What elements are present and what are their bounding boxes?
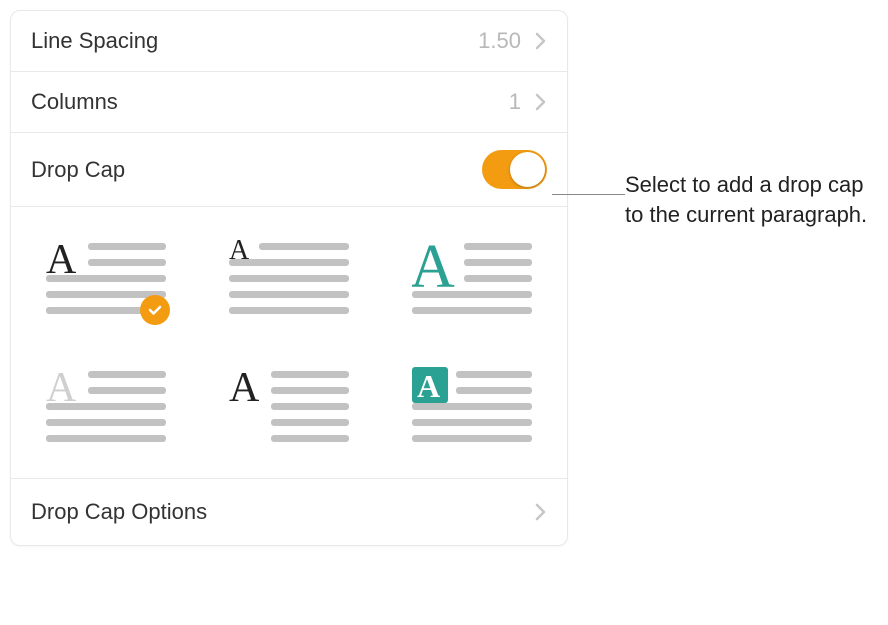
line-spacing-value: 1.50 (478, 28, 521, 54)
format-panel: Line Spacing 1.50 Columns 1 Drop Cap A (10, 10, 568, 546)
toggle-knob (510, 152, 545, 187)
drop-cap-styles-grid: A A A (11, 207, 567, 479)
drop-cap-toggle[interactable] (482, 150, 547, 189)
drop-cap-options-row[interactable]: Drop Cap Options (11, 479, 567, 545)
drop-cap-style-2[interactable]: A (229, 237, 349, 315)
drop-cap-style-1[interactable]: A (46, 237, 166, 315)
line-spacing-label: Line Spacing (31, 28, 478, 54)
chevron-right-icon (535, 32, 547, 50)
callout-text: Select to add a drop cap to the current … (625, 170, 875, 229)
drop-cap-options-label: Drop Cap Options (31, 499, 535, 525)
drop-cap-style-4[interactable]: A (46, 365, 166, 443)
columns-row[interactable]: Columns 1 (11, 72, 567, 133)
chevron-right-icon (535, 503, 547, 521)
callout-leader-line (552, 194, 625, 195)
svg-text:A: A (417, 368, 440, 404)
drop-cap-style-5[interactable]: A (229, 365, 349, 443)
line-spacing-row[interactable]: Line Spacing 1.50 (11, 11, 567, 72)
drop-cap-row: Drop Cap (11, 133, 567, 207)
columns-label: Columns (31, 89, 509, 115)
svg-text:A: A (229, 365, 260, 411)
columns-value: 1 (509, 89, 521, 115)
chevron-right-icon (535, 93, 547, 111)
drop-cap-style-3[interactable]: A (412, 237, 532, 315)
drop-cap-label: Drop Cap (31, 157, 482, 183)
selected-check-icon (140, 295, 170, 325)
drop-cap-style-6[interactable]: A (412, 365, 532, 443)
